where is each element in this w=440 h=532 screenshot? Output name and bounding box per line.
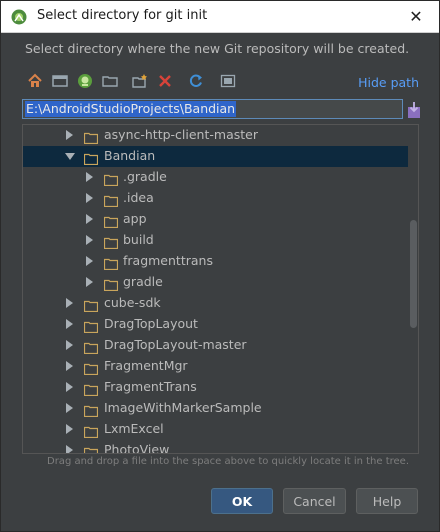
folder-icon (83, 423, 99, 439)
expand-arrow-icon[interactable] (66, 403, 73, 413)
expand-arrow-icon[interactable] (66, 340, 73, 350)
expand-arrow-icon[interactable] (66, 298, 73, 308)
expand-arrow-icon[interactable] (66, 382, 73, 392)
tree-row-label: cube-sdk (104, 295, 161, 310)
cancel-button[interactable]: Cancel (283, 488, 346, 514)
folder-icon (103, 192, 119, 208)
folder-icon (83, 402, 99, 418)
folder-icon (103, 171, 119, 187)
expand-arrow-icon[interactable] (86, 235, 93, 245)
window-title: Select directory for git init (37, 8, 208, 23)
folder-icon (83, 129, 99, 145)
tree-row-label: DragTopLayout (104, 316, 198, 331)
tree-row-label: DragTopLayout-master (104, 337, 247, 352)
tree-row-label: PhotoView (104, 442, 170, 454)
folder-icon (83, 444, 99, 453)
tree-row-label: Bandian (104, 148, 156, 163)
expand-arrow-icon[interactable] (66, 361, 73, 371)
tree-row-label: .idea (123, 190, 154, 205)
tree-row[interactable]: cube-sdk (23, 293, 408, 314)
tree-row[interactable]: .idea (23, 188, 408, 209)
folder-icon (103, 255, 119, 271)
tree-row-label: async-http-client-master (104, 127, 258, 142)
folder-icon (83, 297, 99, 313)
folder-icon (83, 360, 99, 376)
tree-row[interactable]: app (23, 209, 408, 230)
dialog-window: Select directory for git init ✕ Select d… (0, 0, 440, 532)
close-button[interactable]: ✕ (397, 2, 435, 31)
tree-row[interactable]: DragTopLayout (23, 314, 408, 335)
folder-icon (103, 213, 119, 229)
expand-arrow-icon[interactable] (66, 445, 73, 453)
directory-tree[interactable]: async-http-client-master Bandian .gradle… (22, 124, 419, 454)
folder-icon (103, 234, 119, 250)
tree-row[interactable]: .gradle (23, 167, 408, 188)
expand-arrow-icon[interactable] (66, 424, 73, 434)
expand-arrow-icon[interactable] (66, 130, 73, 140)
dialog-description: Select directory where the new Git repos… (25, 41, 410, 56)
expand-arrow-icon[interactable] (86, 256, 93, 266)
tree-row[interactable]: gradle (23, 272, 408, 293)
expand-arrow-icon[interactable] (86, 277, 93, 287)
tree-row-label: FragmentMgr (104, 358, 188, 373)
tree-row-label: fragmenttrans (123, 253, 213, 268)
tree-row[interactable]: build (23, 230, 408, 251)
collapse-arrow-icon[interactable] (65, 153, 75, 160)
tree-row-label: FragmentTrans (104, 379, 197, 394)
path-field[interactable]: E:\AndroidStudioProjects\Bandian (22, 99, 403, 119)
tree-row-selected[interactable]: Bandian (23, 146, 408, 167)
tree-row-label: build (123, 232, 154, 247)
delete-icon[interactable] (155, 71, 175, 91)
expand-arrow-icon[interactable] (86, 172, 93, 182)
tree-row-label: ImageWithMarkerSample (104, 400, 262, 415)
help-button[interactable]: Help (356, 488, 418, 514)
tree-row[interactable]: async-http-client-master (23, 125, 408, 146)
tree-row[interactable]: FragmentTrans (23, 377, 408, 398)
tree-scrollbar[interactable] (410, 220, 417, 328)
folder-icon (83, 339, 99, 355)
hide-path-link[interactable]: Hide path (358, 75, 419, 90)
tree-row[interactable]: DragTopLayout-master (23, 335, 408, 356)
tree-row-label: app (123, 211, 147, 226)
close-icon: ✕ (409, 7, 423, 26)
new-folder-icon[interactable] (130, 71, 150, 91)
tree-row[interactable]: fragmenttrans (23, 251, 408, 272)
desktop-icon[interactable] (50, 71, 70, 91)
folder-icon (83, 150, 99, 166)
show-hidden-icon[interactable] (218, 71, 238, 91)
tree-row[interactable]: PhotoView (23, 440, 408, 454)
path-value: E:\AndroidStudioProjects\Bandian (25, 101, 237, 117)
tree-row-label: gradle (123, 274, 163, 289)
drag-drop-hint: Drag and drop a file into the space abov… (47, 456, 410, 467)
tree-row[interactable]: ImageWithMarkerSample (23, 398, 408, 419)
title-bar: Select directory for git init ✕ (1, 1, 439, 33)
folder-icon (83, 381, 99, 397)
android-studio-icon (11, 9, 27, 25)
expand-arrow-icon[interactable] (86, 193, 93, 203)
refresh-icon[interactable] (186, 71, 206, 91)
expand-arrow-icon[interactable] (86, 214, 93, 224)
tree-row[interactable]: LxmExcel (23, 419, 408, 440)
ok-button[interactable]: OK (211, 488, 273, 514)
tree-row[interactable]: FragmentMgr (23, 356, 408, 377)
folder-icon[interactable] (100, 71, 120, 91)
home-icon[interactable] (25, 71, 45, 91)
tree-row-label: .gradle (123, 169, 167, 184)
folder-icon (83, 318, 99, 334)
folder-icon (103, 276, 119, 292)
path-action-icon[interactable] (406, 101, 422, 119)
android-project-icon[interactable] (75, 71, 95, 91)
tree-row-label: LxmExcel (104, 421, 164, 436)
expand-arrow-icon[interactable] (66, 319, 73, 329)
